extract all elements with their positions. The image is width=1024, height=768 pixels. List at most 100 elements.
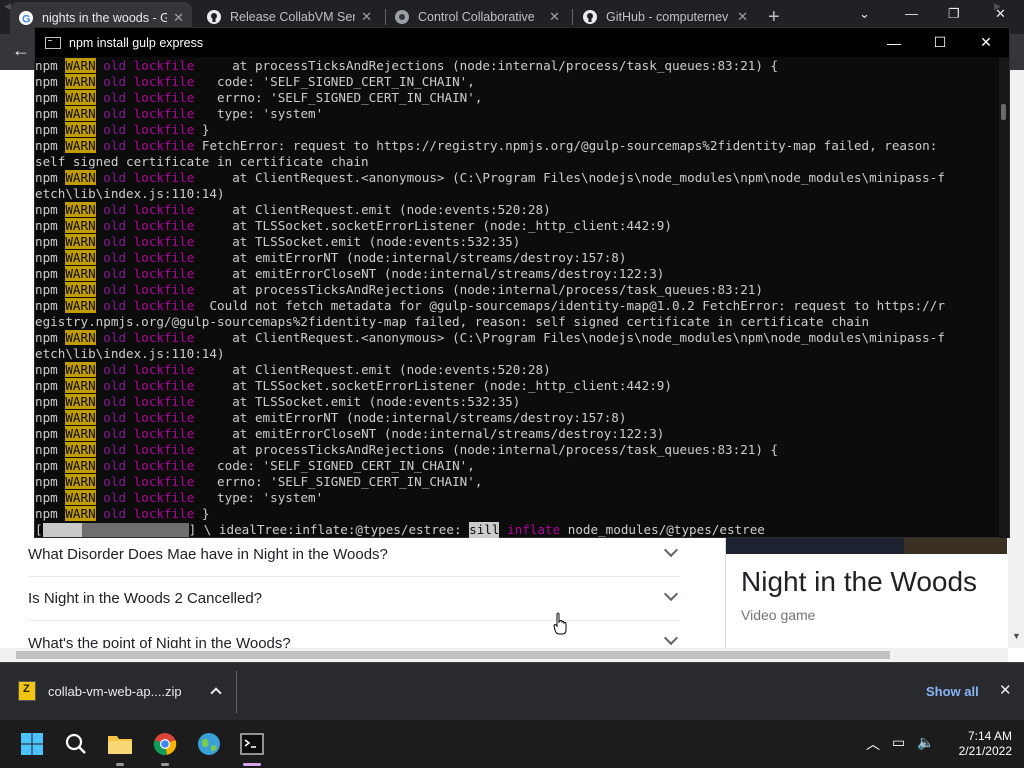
log-warn: WARN (65, 330, 96, 345)
console-minimize-button[interactable]: — (871, 28, 917, 57)
log-old: old (103, 266, 127, 281)
system-clock[interactable]: 7:14 AM 2/21/2022 (944, 729, 1012, 759)
log-warn: WARN (65, 506, 96, 521)
tab-close-icon[interactable]: ✕ (549, 9, 560, 25)
log-lock: lockfile (133, 106, 195, 121)
console-line: npm WARN old lockfile at processTicksAnd… (35, 442, 1001, 458)
page-vertical-scrollbar[interactable] (1008, 70, 1024, 648)
console-line: npm WARN old lockfile at TLSSocket.emit … (35, 394, 1001, 410)
knowledge-panel-image-secondary[interactable] (904, 538, 1007, 554)
log-message: at ClientRequest.emit (node:events:520:2… (194, 202, 551, 217)
console-line: egistry.npmjs.org/@gulp-sourcemaps%2fide… (35, 314, 1001, 330)
system-tray: ︿ ▭ 🔈 (866, 734, 935, 754)
tab-label: Control Collaborative (418, 10, 535, 24)
log-message: at TLSSocket.socketErrorListener (node:_… (194, 218, 672, 233)
tab-close-icon[interactable]: ✕ (737, 9, 748, 25)
log-warn: WARN (65, 394, 96, 409)
log-lock: lockfile (133, 90, 195, 105)
log-lock: lockfile (133, 74, 195, 89)
console-line: npm WARN old lockfile errno: 'SELF_SIGNE… (35, 90, 1001, 106)
search-icon[interactable] (63, 731, 89, 757)
console-window[interactable]: npm install gulp express — ☐ ✕ npm WARN … (34, 27, 1010, 538)
clock-time: 7:14 AM (967, 729, 1012, 743)
log-npm: npm (35, 506, 58, 521)
log-lock: lockfile (133, 458, 195, 473)
console-title: npm install gulp express (69, 35, 204, 50)
log-lock: lockfile (133, 170, 195, 185)
log-lock: lockfile (133, 122, 195, 137)
console-line: npm WARN old lockfile at emitErrorCloseN… (35, 266, 1001, 282)
log-npm: npm (35, 202, 58, 217)
log-npm: npm (35, 90, 58, 105)
horizontal-scrollbar-thumb[interactable] (16, 651, 890, 659)
console-scrollbar-thumb[interactable] (1001, 104, 1006, 120)
console-line: etch\lib\index.js:110:14) (35, 186, 1001, 202)
log-warn: WARN (65, 298, 96, 313)
log-old: old (103, 218, 127, 233)
tab-close-icon[interactable]: ✕ (173, 10, 184, 26)
log-lock: lockfile (133, 250, 195, 265)
log-old: old (103, 394, 127, 409)
console-title-bar[interactable]: npm install gulp express — ☐ ✕ (35, 28, 1009, 57)
log-lock: lockfile (133, 138, 195, 153)
log-warn: WARN (65, 490, 96, 505)
page-horizontal-scrollbar[interactable] (0, 648, 1008, 662)
log-warn: WARN (65, 282, 96, 297)
new-tab-button[interactable]: + (768, 6, 780, 29)
page-left-edge (0, 70, 34, 540)
knowledge-panel-border (725, 538, 726, 648)
download-bar-close-button[interactable]: ✕ (999, 681, 1012, 699)
terminal-icon[interactable] (239, 731, 265, 757)
chevron-up-icon[interactable]: ︿ (866, 734, 880, 754)
question-item[interactable]: Is Night in the Woods 2 Cancelled? (28, 577, 680, 621)
scroll-right-arrow-icon[interactable]: ▶ (994, 1, 1001, 12)
console-scrollbar[interactable] (999, 58, 1009, 538)
log-message: code: 'SELF_SIGNED_CERT_IN_CHAIN', (194, 74, 475, 89)
tab-label: Release CollabVM Serv (230, 10, 356, 24)
file-explorer-icon[interactable] (107, 731, 133, 757)
question-text: What Disorder Does Mae have in Night in … (28, 546, 388, 563)
terminal-icon (45, 36, 61, 49)
chevron-down-icon[interactable]: ⌄ (859, 6, 870, 22)
download-item[interactable]: collab-vm-web-ap....zip (18, 681, 222, 701)
log-npm: npm (35, 330, 58, 345)
globe-app-icon[interactable] (196, 731, 222, 757)
chrome-icon[interactable] (152, 731, 178, 757)
log-message: at processTicksAndRejections (node:inter… (194, 282, 763, 297)
log-lock: lockfile (133, 442, 195, 457)
log-lock: lockfile (133, 378, 195, 393)
back-arrow-icon[interactable]: ← (12, 40, 30, 61)
log-npm: npm (35, 234, 58, 249)
show-all-button[interactable]: Show all (926, 684, 979, 699)
scroll-left-arrow-icon[interactable]: ◀ (4, 1, 11, 12)
running-indicator (116, 763, 124, 766)
browser-restore-button[interactable]: ❐ (948, 6, 960, 22)
volume-icon[interactable]: 🔈 (917, 734, 934, 754)
scroll-down-arrow-icon[interactable]: ▼ (1012, 631, 1021, 641)
log-warn: WARN (65, 202, 96, 217)
console-line: npm WARN old lockfile at ClientRequest.<… (35, 170, 1001, 186)
tab-separator (572, 9, 573, 25)
log-lock: lockfile (133, 490, 195, 505)
console-line: npm WARN old lockfile at TLSSocket.emit … (35, 234, 1001, 250)
log-message: at ClientRequest.emit (node:events:520:2… (194, 362, 551, 377)
chevron-up-icon[interactable] (209, 687, 222, 699)
question-item[interactable]: What Disorder Does Mae have in Night in … (28, 533, 680, 577)
console-close-button[interactable]: ✕ (963, 28, 1009, 57)
log-old: old (103, 138, 127, 153)
log-npm: npm (35, 458, 58, 473)
console-line: npm WARN old lockfile errno: 'SELF_SIGNE… (35, 474, 1001, 490)
tab-label: GitHub - computernev (606, 10, 729, 24)
log-old: old (103, 298, 127, 313)
log-old: old (103, 282, 127, 297)
log-npm: npm (35, 490, 58, 505)
log-lock: lockfile (133, 234, 195, 249)
windows-start-icon[interactable] (19, 731, 45, 757)
tab-close-icon[interactable]: ✕ (361, 9, 372, 25)
log-npm: npm (35, 474, 58, 489)
console-maximize-button[interactable]: ☐ (917, 28, 963, 57)
network-icon[interactable]: ▭ (892, 734, 905, 754)
browser-minimize-button[interactable]: — (905, 6, 918, 21)
log-lock: lockfile (133, 474, 195, 489)
console-line: self signed certificate in certificate c… (35, 154, 1001, 170)
